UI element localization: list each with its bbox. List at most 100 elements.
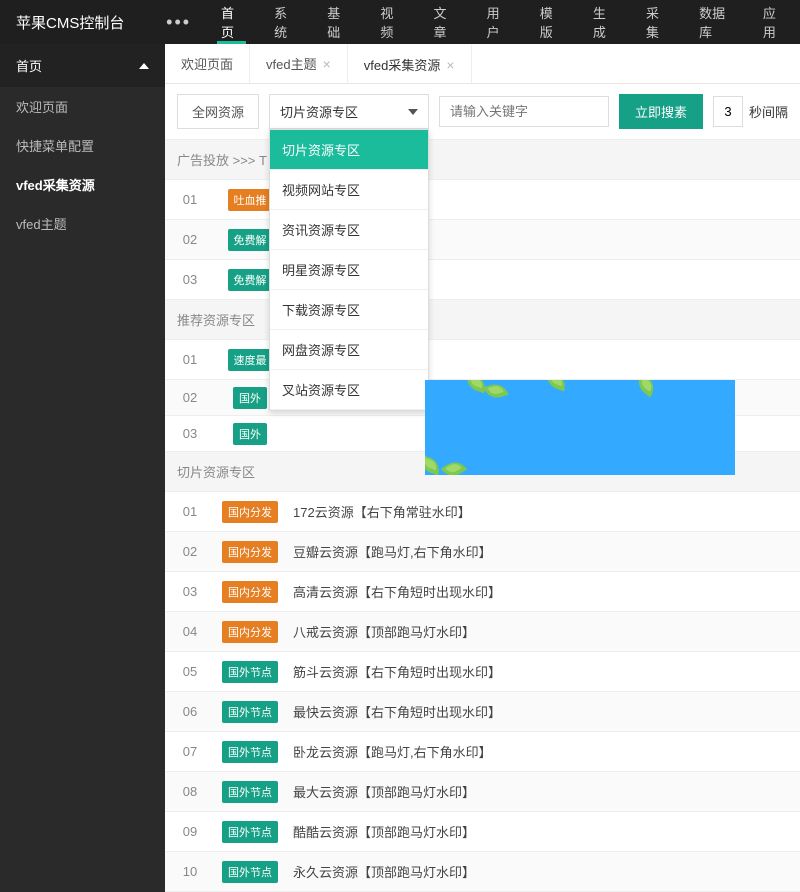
row-number: 01 <box>165 342 215 377</box>
status-badge: 国外节点 <box>222 861 278 883</box>
table-row[interactable]: 01吐血推o://vfed.cc】 <box>165 180 800 220</box>
row-number: 01 <box>165 182 215 217</box>
caret-up-icon <box>139 63 149 69</box>
topnav-item[interactable]: 生成 <box>577 0 630 44</box>
caret-down-icon <box>408 109 418 115</box>
dropdown-option[interactable]: 叉站资源专区 <box>270 370 428 410</box>
keyword-input[interactable] <box>439 96 609 127</box>
status-badge: 国内分发 <box>222 581 278 603</box>
tabs-bar: 欢迎页面 vfed主题 × vfed采集资源 × <box>165 44 800 84</box>
dropdown-option[interactable]: 资讯资源专区 <box>270 210 428 250</box>
interval-input[interactable] <box>713 96 743 127</box>
row-number: 01 <box>165 494 215 529</box>
tab[interactable]: 欢迎页面 <box>165 44 250 83</box>
table-row[interactable]: 04国内分发八戒云资源【顶部跑马灯水印】 <box>165 612 800 652</box>
table-row[interactable]: 10国外节点永久云资源【顶部跑马灯水印】 <box>165 852 800 892</box>
row-tag-cell: 国内分发 <box>215 501 285 523</box>
status-badge: 国外 <box>233 387 267 409</box>
section-header: 广告投放 >>> T <box>165 140 800 180</box>
topnav-item[interactable]: 文章 <box>418 0 471 44</box>
row-number: 08 <box>165 774 215 809</box>
row-number: 03 <box>165 262 215 297</box>
row-number: 07 <box>165 734 215 769</box>
status-badge: 国外节点 <box>222 741 278 763</box>
status-badge: 国外节点 <box>222 781 278 803</box>
row-tag-cell: 国内分发 <box>215 541 285 563</box>
topnav-item[interactable]: 数据库 <box>683 0 747 44</box>
scope-label[interactable]: 全网资源 <box>177 94 259 129</box>
status-badge: 国内分发 <box>222 541 278 563</box>
sidebar-item[interactable]: vfed采集资源 <box>0 165 165 204</box>
status-badge: 吐血推 <box>228 189 273 211</box>
status-badge: 国外节点 <box>222 821 278 843</box>
row-tag-cell: 国外 <box>215 423 285 445</box>
dropdown-selected: 切片资源专区 <box>280 102 358 121</box>
topnav-item[interactable]: 应用 <box>747 0 800 44</box>
topnav-item[interactable]: 系统 <box>258 0 311 44</box>
topnav-item[interactable]: 用户 <box>471 0 524 44</box>
row-name: 永久云资源【顶部跑马灯水印】 <box>285 852 800 891</box>
row-name: 最大云资源【顶部跑马灯水印】 <box>285 772 800 811</box>
category-dropdown[interactable]: 切片资源专区 切片资源专区视频网站专区资讯资源专区明星资源专区下载资源专区网盘资… <box>269 94 429 129</box>
sidebar-item[interactable]: 欢迎页面 <box>0 87 165 126</box>
status-badge: 国外节点 <box>222 701 278 723</box>
sidebar-header-label: 首页 <box>16 56 42 75</box>
topnav-item[interactable]: 基础 <box>311 0 364 44</box>
table-row[interactable]: 03国内分发高清云资源【右下角短时出现水印】 <box>165 572 800 612</box>
dropdown-menu: 切片资源专区视频网站专区资讯资源专区明星资源专区下载资源专区网盘资源专区叉站资源… <box>269 129 429 411</box>
table-row[interactable]: 09国外节点酷酷云资源【顶部跑马灯水印】 <box>165 812 800 852</box>
sidebar-item[interactable]: vfed主题 <box>0 204 165 243</box>
table-row[interactable]: 08 国外节点最大云资源【顶部跑马灯水印】 <box>165 772 800 812</box>
tab-label: vfed主题 <box>266 54 317 73</box>
row-tag-cell: 国外节点 <box>215 781 285 803</box>
more-icon[interactable]: ••• <box>152 12 205 33</box>
row-name: 酷酷云资源【顶部跑马灯水印】 <box>285 812 800 851</box>
dropdown-option[interactable]: 明星资源专区 <box>270 250 428 290</box>
status-badge: 免费解 <box>228 269 273 291</box>
row-tag-cell: 国外节点 <box>215 741 285 763</box>
search-button[interactable]: 立即搜素 <box>619 94 703 129</box>
row-tag-cell: 国外节点 <box>215 821 285 843</box>
topnav-item[interactable]: 采集 <box>630 0 683 44</box>
close-icon[interactable]: × <box>323 56 331 72</box>
status-badge: 速度最 <box>228 349 273 371</box>
table-row[interactable]: 02免费解寺https】 <box>165 220 800 260</box>
sidebar-header[interactable]: 首页 <box>0 44 165 87</box>
row-name: 豆瓣云资源【跑马灯,右下角水印】 <box>285 532 800 571</box>
tab[interactable]: vfed采集资源 × <box>348 44 472 83</box>
table-row[interactable]: 01国内分发172云资源【右下角常驻水印】 <box>165 492 800 532</box>
table-row[interactable]: 05国外节点筋斗云资源【右下角短时出现水印】 <box>165 652 800 692</box>
row-name: 172云资源【右下角常驻水印】 <box>285 492 800 531</box>
close-icon[interactable]: × <box>446 57 454 73</box>
top-nav: 首页系统基础视频文章用户模版生成采集数据库应用 <box>205 0 800 44</box>
row-number: 03 <box>165 574 215 609</box>
status-badge: 免费解 <box>228 229 273 251</box>
interval-wrap: 秒间隔 <box>713 96 788 127</box>
table-row[interactable]: 07 国外节点卧龙云资源【跑马灯,右下角水印】 <box>165 732 800 772</box>
topnav-item[interactable]: 模版 <box>524 0 577 44</box>
row-name: 筋斗云资源【右下角短时出现水印】 <box>285 652 800 691</box>
topnav-item[interactable]: 首页 <box>205 0 258 44</box>
row-name: 最快云资源【右下角短时出现水印】 <box>285 692 800 731</box>
tab[interactable]: vfed主题 × <box>250 44 348 83</box>
row-number: 03 <box>165 416 215 451</box>
dropdown-option[interactable]: 视频网站专区 <box>270 170 428 210</box>
row-number: 04 <box>165 614 215 649</box>
row-number: 02 <box>165 534 215 569</box>
tab-label: vfed采集资源 <box>364 55 441 74</box>
dropdown-toggle[interactable]: 切片资源专区 <box>269 94 429 129</box>
topnav-item[interactable]: 视频 <box>364 0 417 44</box>
table-row[interactable]: 06国外节点最快云资源【右下角短时出现水印】 <box>165 692 800 732</box>
table-row[interactable]: 01速度最原】 <box>165 340 800 380</box>
row-tag-cell: 国内分发 <box>215 621 285 643</box>
status-badge: 国外 <box>233 423 267 445</box>
table-row[interactable]: 02 国内分发豆瓣云资源【跑马灯,右下角水印】 <box>165 532 800 572</box>
table-row[interactable]: 03免费解寺https】 <box>165 260 800 300</box>
dropdown-option[interactable]: 下载资源专区 <box>270 290 428 330</box>
row-number: 02 <box>165 222 215 257</box>
dropdown-option[interactable]: 网盘资源专区 <box>270 330 428 370</box>
dropdown-option[interactable]: 切片资源专区 <box>270 130 428 170</box>
sidebar-item[interactable]: 快捷菜单配置 <box>0 126 165 165</box>
section-header: 推荐资源专区 <box>165 300 800 340</box>
row-name: 卧龙云资源【跑马灯,右下角水印】 <box>285 732 800 771</box>
